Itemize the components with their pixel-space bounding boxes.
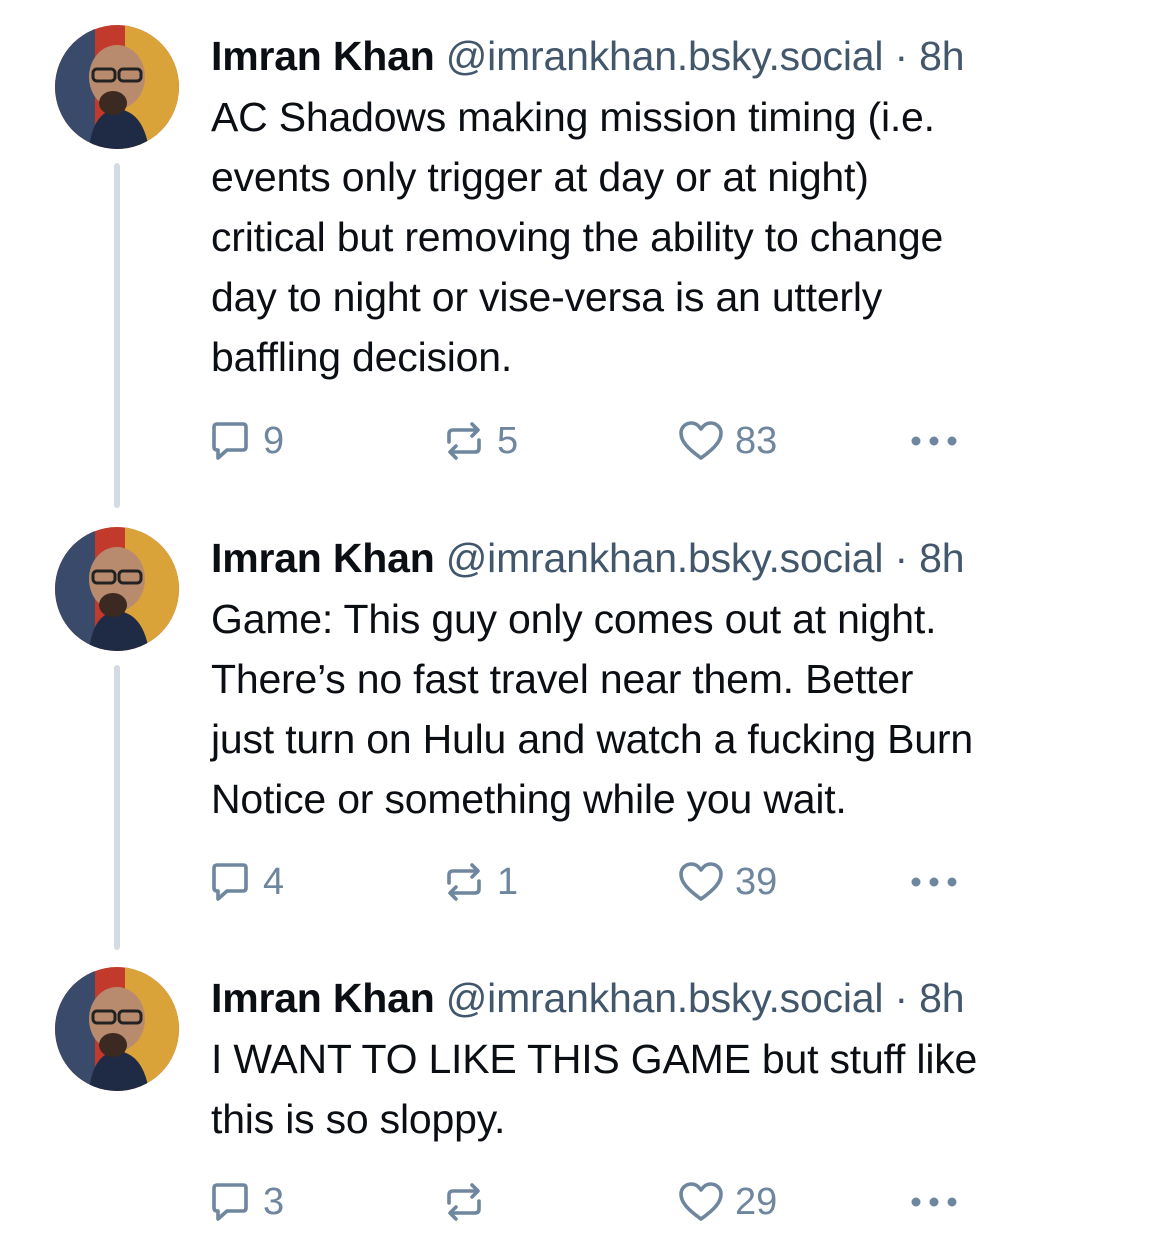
heart-outline-icon	[677, 859, 725, 905]
more-options-button[interactable]	[907, 411, 961, 471]
like-button[interactable]: 29	[677, 1172, 777, 1232]
like-count: 83	[735, 419, 778, 462]
post-header: Imran Khan @imrankhan.bsky.social · 8h	[211, 970, 1131, 1026]
post-text-line: Game: This guy only comes out at night.	[211, 596, 937, 642]
more-options-button[interactable]	[907, 852, 961, 912]
post-text-line: There’s no fast travel near them. Better	[211, 656, 914, 702]
ellipsis-icon	[907, 872, 961, 892]
heart-outline-icon	[677, 1179, 725, 1225]
post-time[interactable]: 8h	[919, 33, 964, 79]
like-button[interactable]: 39	[677, 852, 777, 912]
author-name[interactable]: Imran Khan	[211, 535, 435, 581]
repost-arrows-icon	[441, 1179, 487, 1225]
thread-line	[114, 665, 120, 950]
ellipsis-icon	[907, 431, 961, 451]
repost-button[interactable]	[441, 1172, 497, 1232]
avatar[interactable]	[55, 25, 179, 149]
post-content: Imran Khan @imrankhan.bsky.social · 8h I…	[211, 970, 1131, 1149]
reply-button[interactable]: 9	[207, 411, 284, 471]
repost-arrows-icon	[441, 418, 487, 464]
post-text: I WANT TO LIKE THIS GAME but stuff like …	[211, 1029, 1131, 1149]
avatar[interactable]	[55, 967, 179, 1091]
post-content: Imran Khan @imrankhan.bsky.social · 8h A…	[211, 28, 1131, 387]
more-options-button[interactable]	[907, 1172, 961, 1232]
repost-count: 1	[497, 860, 519, 903]
ellipsis-icon	[907, 1192, 961, 1212]
separator: ·	[894, 33, 908, 79]
post-time[interactable]: 8h	[919, 975, 964, 1021]
reply-count: 3	[263, 1180, 285, 1223]
post-text-line: critical but removing the ability to cha…	[211, 214, 944, 260]
author-name[interactable]: Imran Khan	[211, 975, 435, 1021]
reply-button[interactable]: 3	[207, 1172, 284, 1232]
like-button[interactable]: 83	[677, 411, 777, 471]
author-name[interactable]: Imran Khan	[211, 33, 435, 79]
author-handle[interactable]: @imrankhan.bsky.social	[446, 535, 884, 581]
thread-line	[114, 163, 120, 508]
author-handle[interactable]: @imrankhan.bsky.social	[446, 975, 884, 1021]
reply-count: 4	[263, 860, 285, 903]
repost-count: 5	[497, 419, 519, 462]
reply-button[interactable]: 4	[207, 852, 284, 912]
post-content: Imran Khan @imrankhan.bsky.social · 8h G…	[211, 530, 1131, 829]
separator: ·	[894, 535, 908, 581]
post-actions: 4 1 39	[207, 852, 977, 912]
like-count: 39	[735, 860, 778, 903]
post-header: Imran Khan @imrankhan.bsky.social · 8h	[211, 530, 1131, 586]
post-actions: 9 5 83	[207, 411, 977, 471]
post-header: Imran Khan @imrankhan.bsky.social · 8h	[211, 28, 1131, 84]
like-count: 29	[735, 1180, 778, 1223]
avatar[interactable]	[55, 527, 179, 651]
post-text-line: baffling decision.	[211, 334, 513, 380]
post-text-line: just turn on Hulu and watch a fucking Bu…	[211, 716, 973, 762]
speech-bubble-icon	[207, 859, 253, 905]
speech-bubble-icon	[207, 1179, 253, 1225]
post-actions: 3 29	[207, 1172, 977, 1232]
repost-button[interactable]: 5	[441, 411, 518, 471]
repost-arrows-icon	[441, 859, 487, 905]
post-text-line: AC Shadows making mission timing (i.e.	[211, 94, 935, 140]
post-text-line: Notice or something while you wait.	[211, 776, 847, 822]
post-text-line: this is so sloppy.	[211, 1096, 506, 1142]
speech-bubble-icon	[207, 418, 253, 464]
post-time[interactable]: 8h	[919, 535, 964, 581]
separator: ·	[894, 975, 908, 1021]
repost-button[interactable]: 1	[441, 852, 518, 912]
post-text: Game: This guy only comes out at night. …	[211, 589, 1131, 829]
reply-count: 9	[263, 419, 285, 462]
post-text-line: I WANT TO LIKE THIS GAME but stuff like	[211, 1036, 978, 1082]
post-text: AC Shadows making mission timing (i.e. e…	[211, 87, 1131, 387]
post-text-line: events only trigger at day or at night)	[211, 154, 869, 200]
post-text-line: day to night or vise-versa is an utterly	[211, 274, 883, 320]
heart-outline-icon	[677, 418, 725, 464]
author-handle[interactable]: @imrankhan.bsky.social	[446, 33, 884, 79]
